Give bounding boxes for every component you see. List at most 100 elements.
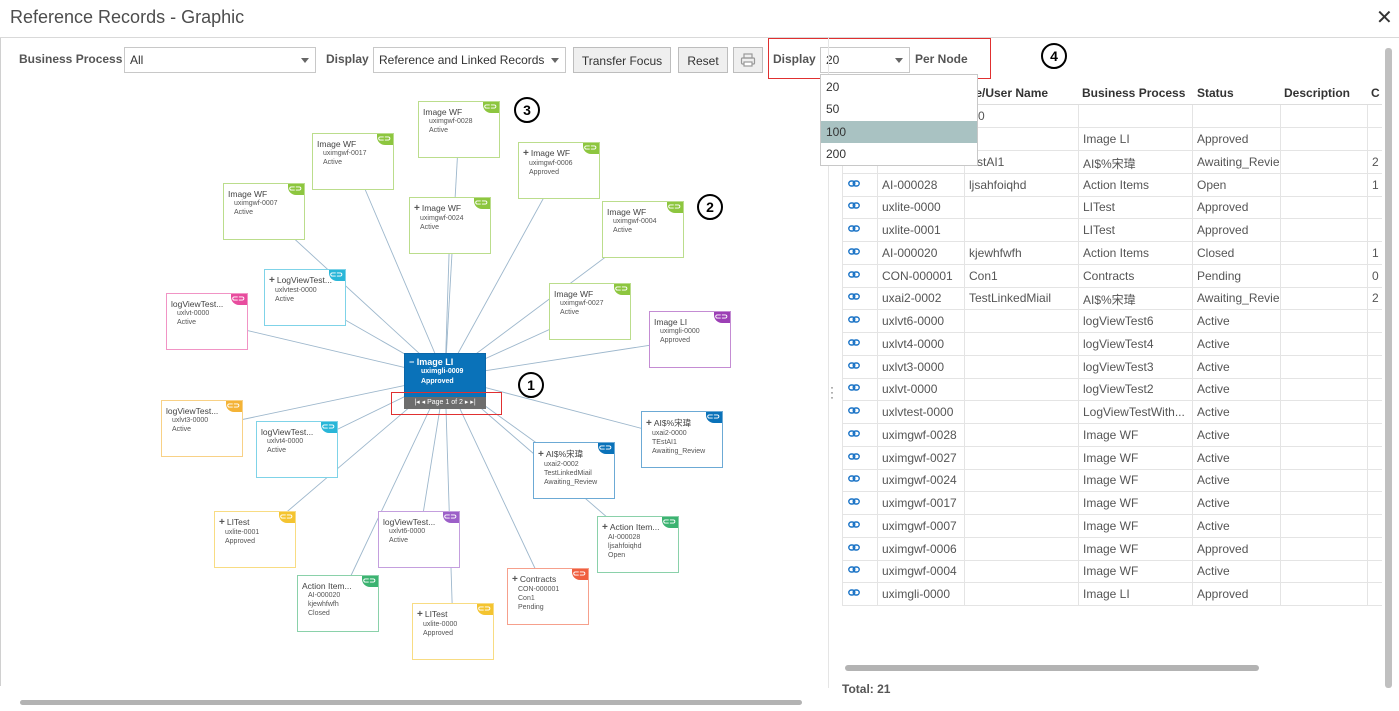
graph-node[interactable]: ⊂⊃ logViewTest... uxlvt-0000 Active: [166, 293, 248, 350]
expand-icon[interactable]: +: [219, 517, 225, 528]
table-row[interactable]: CON-000001 Con1 Contracts Pending 0: [842, 265, 1382, 288]
expand-icon[interactable]: +: [538, 449, 544, 460]
status-cell: Active: [1197, 518, 1230, 533]
link-icon[interactable]: [848, 566, 860, 574]
graph-node[interactable]: ⊂⊃ logViewTest... uxlvt4-0000 Active: [256, 421, 338, 478]
table-row[interactable]: AI-000020 kjewhfwfh Action Items Closed 1: [842, 242, 1382, 265]
link-icon[interactable]: [848, 248, 860, 256]
graph-node[interactable]: ⊂⊃ + LITest uxlite-0000 Approved: [412, 603, 494, 660]
record-id-cell: uxlvt6-0000: [882, 314, 945, 328]
link-icon: ⊂⊃: [667, 202, 683, 213]
expand-icon[interactable]: +: [602, 522, 608, 533]
graph-node[interactable]: ⊂⊃ + LogViewTest... uxlvtest-0000 Active: [264, 269, 346, 326]
column-c[interactable]: C: [1371, 86, 1380, 100]
table-row[interactable]: uximgli-0000 Image LI Approved: [842, 583, 1382, 606]
table-row[interactable]: uxlvt-0000 logViewTest2 Active: [842, 378, 1382, 402]
link-icon[interactable]: [848, 202, 860, 210]
graph-node[interactable]: ⊂⊃ Image WF uximgwf-0007 Active: [223, 183, 305, 240]
link-icon[interactable]: [848, 452, 860, 461]
graph-node[interactable]: ⊂⊃ logViewTest... uxlvt6-0000 Active: [378, 511, 460, 568]
column-status[interactable]: Status: [1197, 86, 1234, 100]
expand-icon[interactable]: +: [414, 203, 420, 214]
link-icon[interactable]: [848, 543, 860, 552]
splitter-grip-icon[interactable]: · · ·: [830, 381, 834, 403]
link-icon[interactable]: [848, 475, 860, 483]
close-icon[interactable]: ✕: [1376, 8, 1393, 28]
reset-button[interactable]: Reset: [678, 47, 728, 73]
graph-node[interactable]: ⊂⊃ + Contracts CON-000001 Con1 Pending: [507, 568, 589, 625]
expand-icon[interactable]: +: [523, 148, 529, 159]
link-icon[interactable]: [848, 316, 860, 324]
graph-node[interactable]: ⊂⊃ + Action Item... AI-000028 ljsahfoiqhd Ope…: [597, 516, 679, 573]
link-icon[interactable]: [848, 225, 860, 233]
graph-node[interactable]: ⊂⊃ + AI$%宋瑋 uxai2-0000 TEstAI1 Awaiting_Revie…: [641, 411, 723, 468]
table-row[interactable]: uxai2-0002 TestLinkedMiail AI$%宋瑋 Awaiting_…: [842, 287, 1382, 311]
graph-node[interactable]: ⊂⊃ Image WF uximgwf-0027 Active: [549, 283, 631, 340]
table-row[interactable]: uxlvtest-0000 LogViewTestWith... Active: [842, 401, 1382, 424]
expand-icon[interactable]: +: [269, 275, 275, 286]
table-row[interactable]: uximgwf-0024 Image WF Active: [842, 469, 1382, 493]
graph-horizontal-scrollbar[interactable]: [20, 700, 802, 705]
graph-node[interactable]: ⊂⊃ Image WF uximgwf-0004 Active: [602, 201, 684, 258]
dropdown-option-200[interactable]: 200: [821, 143, 977, 165]
business-process-select[interactable]: All: [124, 47, 316, 73]
per-node-select[interactable]: 20: [820, 47, 910, 73]
collapse-icon[interactable]: −: [409, 357, 414, 367]
link-icon[interactable]: [848, 498, 860, 506]
record-id-cell: AI-000020: [882, 245, 938, 260]
table-row[interactable]: uxlvt6-0000 logViewTest6 Active: [842, 310, 1382, 333]
link-icon[interactable]: [848, 407, 860, 415]
print-button[interactable]: [733, 47, 763, 73]
graph-node[interactable]: ⊂⊃ logViewTest... uxlvt3-0000 Active: [161, 400, 243, 457]
table-horizontal-scrollbar[interactable]: [845, 665, 1259, 671]
expand-icon[interactable]: +: [646, 418, 652, 429]
display-select[interactable]: Reference and Linked Records: [373, 47, 566, 73]
transfer-focus-button[interactable]: Transfer Focus: [573, 47, 671, 73]
record-id-cell: uximgli-0000: [882, 587, 951, 601]
table-row[interactable]: uxlvt3-0000 logViewTest3 Active: [842, 356, 1382, 379]
pager-highlight-box: [391, 392, 502, 415]
node-id: uximgli-0000: [660, 328, 700, 335]
table-row[interactable]: uximgwf-0027 Image WF Active: [842, 447, 1382, 470]
link-icon[interactable]: [848, 361, 860, 370]
graph-node[interactable]: ⊂⊃ Image LI uximgli-0000 Approved: [649, 311, 731, 368]
graph-node[interactable]: ⊂⊃ Action Item... AI-000020 kjewhfwfh Closed: [297, 575, 379, 632]
link-icon[interactable]: [848, 384, 860, 392]
graph-node[interactable]: ⊂⊃ + AI$%宋瑋 uxai2-0002 TestLinkedMiail Awaiti…: [533, 442, 615, 499]
table-row[interactable]: uxlite-0000 LITest Approved: [842, 196, 1382, 220]
link-icon: ⊂⊃: [231, 294, 247, 305]
link-icon[interactable]: [848, 179, 860, 188]
business-process-cell: Image WF: [1083, 450, 1139, 465]
vertical-scrollbar[interactable]: [1385, 48, 1392, 688]
graph-node[interactable]: ⊂⊃ + Image WF uximgwf-0024 Active: [409, 197, 491, 254]
chevron-down-icon: [301, 58, 309, 63]
dropdown-option-20[interactable]: 20: [821, 76, 977, 98]
node-title: Contracts: [519, 574, 557, 584]
table-row[interactable]: uximgwf-0017 Image WF Active: [842, 492, 1382, 515]
graph-node[interactable]: ⊂⊃ Image WF uximgwf-0017 Active: [312, 133, 394, 190]
link-icon[interactable]: [848, 270, 860, 279]
column-title-user-name[interactable]: tle/User Name: [968, 86, 1048, 100]
expand-icon[interactable]: +: [417, 609, 423, 620]
column-description[interactable]: Description: [1284, 86, 1350, 100]
record-id-cell: uximgwf-0027: [882, 450, 957, 465]
link-icon[interactable]: [848, 430, 860, 438]
link-icon[interactable]: [848, 589, 860, 597]
table-row[interactable]: uximgwf-0007 Image WF Active: [842, 515, 1382, 538]
table-row[interactable]: uxlvt4-0000 logViewTest4 Active: [842, 333, 1382, 356]
link-icon[interactable]: [848, 521, 860, 529]
link-icon[interactable]: [848, 339, 860, 347]
graph-node[interactable]: ⊂⊃ + LITest uxlite-0001 Approved: [214, 511, 296, 568]
table-row[interactable]: uximgwf-0004 Image WF Active: [842, 560, 1382, 584]
link-icon[interactable]: [848, 293, 860, 301]
expand-icon[interactable]: +: [512, 574, 518, 585]
graph-node[interactable]: ⊂⊃ + Image WF uximgwf-0006 Approved: [518, 142, 600, 199]
graph-node[interactable]: ⊂⊃ Image WF uximgwf-0028 Active: [418, 101, 500, 158]
column-business-process[interactable]: Business Process: [1082, 86, 1185, 100]
table-row[interactable]: uxlite-0001 LITest Approved: [842, 219, 1382, 242]
dropdown-option-100[interactable]: 100: [821, 121, 977, 143]
table-row[interactable]: AI-000028 ljsahfoiqhd Action Items Open 1: [842, 174, 1382, 197]
table-row[interactable]: uximgwf-0006 Image WF Approved: [842, 538, 1382, 561]
table-row[interactable]: uximgwf-0028 Image WF Active: [842, 424, 1382, 447]
dropdown-option-50[interactable]: 50: [821, 98, 977, 120]
